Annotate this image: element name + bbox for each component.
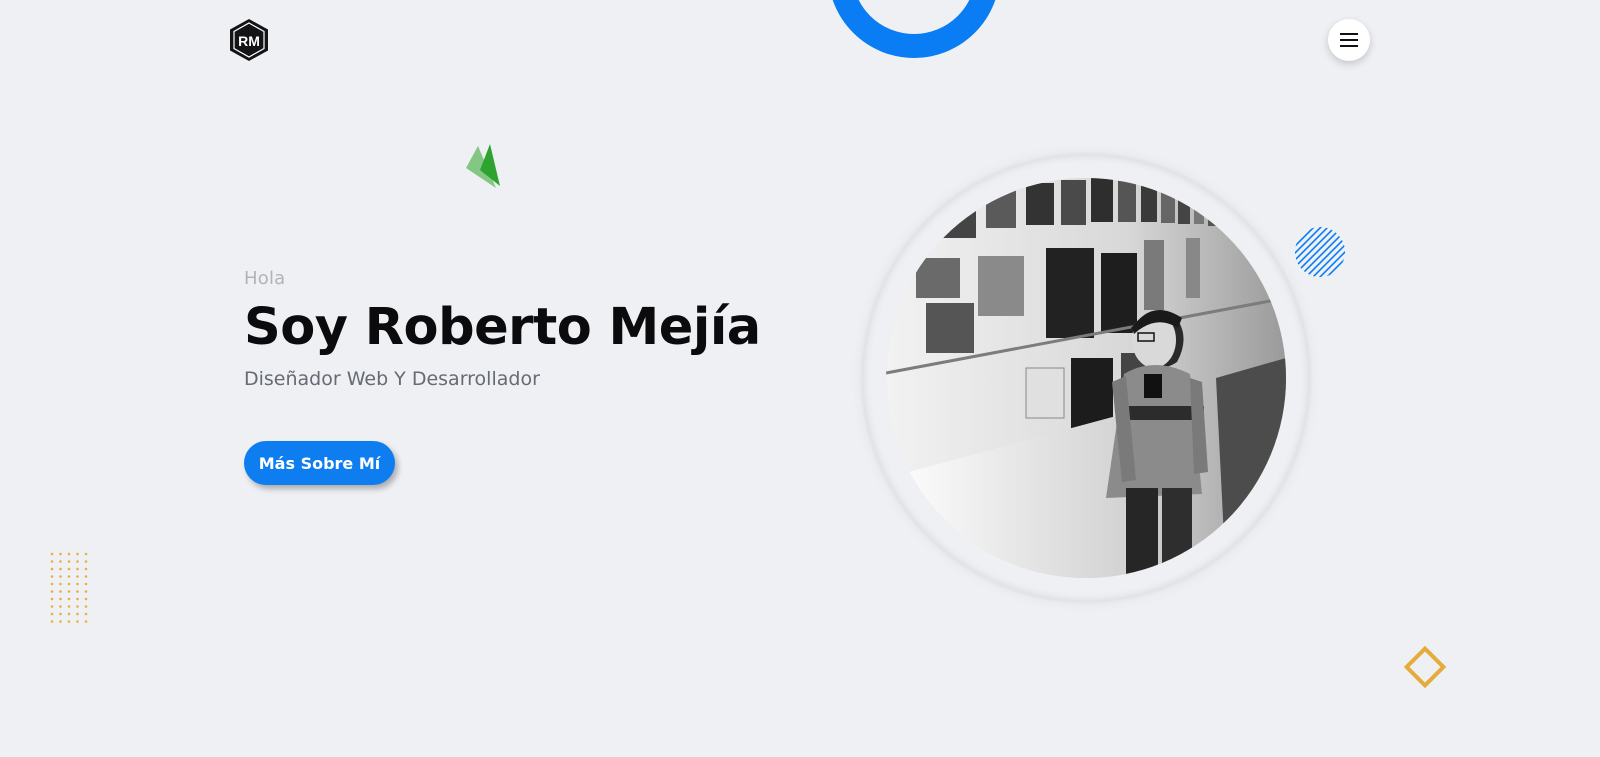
dot <box>76 575 79 578</box>
dot <box>84 605 88 608</box>
dot <box>84 560 88 563</box>
profile-photo-frame <box>862 154 1310 602</box>
about-me-button[interactable]: Más Sobre Mí <box>244 441 395 485</box>
green-triangle-decoration <box>466 144 502 190</box>
dot <box>50 612 54 616</box>
dot <box>76 567 79 571</box>
blue-ring-decoration <box>826 0 1002 60</box>
dot-grid-decoration <box>50 552 90 624</box>
striped-circle-decoration <box>1294 226 1346 278</box>
dot <box>76 597 79 601</box>
dot <box>50 605 54 608</box>
dot <box>50 552 54 556</box>
dot <box>76 560 79 563</box>
dot <box>59 582 62 586</box>
hamburger-icon <box>1340 33 1358 47</box>
hero-subtitle: Diseñador Web Y Desarrollador <box>244 368 540 391</box>
dot <box>76 612 79 616</box>
diamond-decoration <box>1402 644 1448 690</box>
dot <box>76 552 79 556</box>
dot <box>67 612 71 616</box>
dot <box>59 605 62 608</box>
dot <box>59 612 62 616</box>
dot <box>59 552 62 556</box>
dot <box>50 560 54 563</box>
dot <box>84 552 88 556</box>
greeting-text: Hola <box>244 268 286 289</box>
menu-button[interactable] <box>1328 19 1370 61</box>
dot <box>67 575 71 578</box>
dot <box>76 582 79 586</box>
dot <box>59 575 62 578</box>
hero-title: Soy Roberto Mejía <box>244 298 761 357</box>
dot <box>67 597 71 601</box>
dot <box>67 605 71 608</box>
hero-section: Hola Soy Roberto Mejía Diseñador Web Y D… <box>244 268 804 485</box>
profile-photo <box>886 178 1286 578</box>
dot <box>67 567 71 571</box>
dot <box>50 620 54 623</box>
profile-photo-icon <box>886 178 1286 578</box>
rm-logo-icon: RM <box>230 19 268 61</box>
dot <box>50 567 54 571</box>
dot <box>84 582 88 586</box>
dot <box>59 567 62 571</box>
dot <box>59 590 62 593</box>
dot <box>84 620 88 623</box>
dot <box>50 582 54 586</box>
dot <box>67 552 71 556</box>
dot <box>50 590 54 593</box>
dot <box>59 620 62 623</box>
rm-logo[interactable]: RM <box>228 18 270 62</box>
dot <box>67 582 71 586</box>
dot <box>59 597 62 601</box>
dot <box>84 575 88 578</box>
dot <box>67 560 71 563</box>
dot <box>84 590 88 593</box>
dot <box>76 590 79 593</box>
dot <box>50 597 54 601</box>
dot <box>67 590 71 593</box>
dot <box>76 620 79 623</box>
dot <box>84 597 88 601</box>
dot <box>84 612 88 616</box>
dot <box>50 575 54 578</box>
dot <box>67 620 71 623</box>
logo-text: RM <box>238 33 260 49</box>
dot <box>84 567 88 571</box>
dot <box>76 605 79 608</box>
dot <box>59 560 62 563</box>
